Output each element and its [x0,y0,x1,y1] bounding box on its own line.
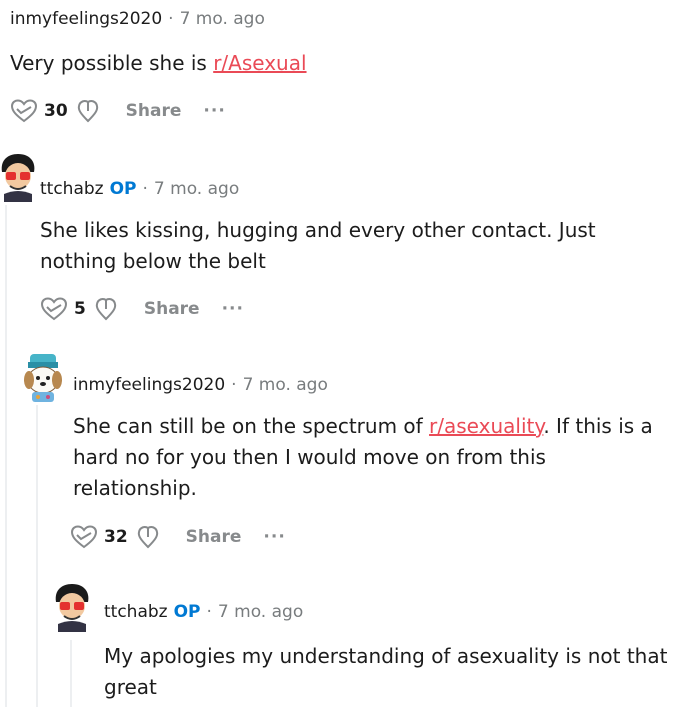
avatar-icon[interactable] [18,352,68,404]
comment-body: She likes kissing, hugging and every oth… [40,215,600,277]
comment-actions: 32 Share ··· [70,524,286,550]
separator: · [168,9,174,29]
timestamp[interactable]: 7 mo. ago [218,602,303,622]
more-dots-icon[interactable]: ··· [222,299,244,319]
separator: · [206,602,212,622]
vote-count: 30 [44,101,68,121]
username[interactable]: inmyfeelings2020 [10,9,162,29]
more-dots-icon[interactable]: ··· [263,527,285,547]
downvote-heart-icon[interactable] [94,297,118,321]
op-badge: OP [173,602,201,622]
username[interactable]: ttchabz [40,179,104,199]
comment-text: She likes kissing, hugging and every oth… [40,218,596,273]
downvote-heart-icon[interactable] [76,99,100,123]
thread-line[interactable] [5,205,7,707]
vote-count: 5 [74,299,86,319]
upvote-heart-icon[interactable] [40,297,68,321]
comment-text: My apologies my understanding of asexual… [104,644,668,699]
subreddit-link[interactable]: r/Asexual [213,51,306,75]
comment-meta: ttchabz OP · 7 mo. ago [104,601,303,623]
timestamp[interactable]: 7 mo. ago [243,375,328,395]
avatar-icon[interactable] [50,580,94,632]
avatar-icon[interactable] [0,150,40,202]
op-badge: OP [109,179,137,199]
comment-text: She can still be on the spectrum of [73,414,430,438]
username[interactable]: inmyfeelings2020 [73,375,225,395]
comment-meta: inmyfeelings2020 · 7 mo. ago [73,374,328,396]
username[interactable]: ttchabz [104,602,168,622]
subreddit-link[interactable]: r/asexuality [429,414,543,438]
comment-body: She can still be on the spectrum of r/as… [73,411,673,504]
thread-line[interactable] [36,405,38,707]
comment-meta: ttchabz OP · 7 mo. ago [40,178,239,200]
comment-body: Very possible she is r/Asexual [10,48,650,79]
comment-actions: 5 Share ··· [40,296,244,322]
upvote-heart-icon[interactable] [10,99,38,123]
thread-line[interactable] [70,640,72,707]
comment-body: My apologies my understanding of asexual… [104,641,684,703]
separator: · [231,375,237,395]
comment-meta: inmyfeelings2020 · 7 mo. ago [10,8,265,30]
more-dots-icon[interactable]: ··· [203,101,225,121]
upvote-heart-icon[interactable] [70,525,98,549]
timestamp[interactable]: 7 mo. ago [154,179,239,199]
downvote-heart-icon[interactable] [136,525,160,549]
comment-text: Very possible she is [10,51,214,75]
comment-actions: 30 Share ··· [10,98,226,124]
vote-count: 32 [104,527,128,547]
share-button[interactable]: Share [144,299,200,319]
share-button[interactable]: Share [126,101,182,121]
share-button[interactable]: Share [186,527,242,547]
timestamp[interactable]: 7 mo. ago [180,9,265,29]
separator: · [142,179,148,199]
